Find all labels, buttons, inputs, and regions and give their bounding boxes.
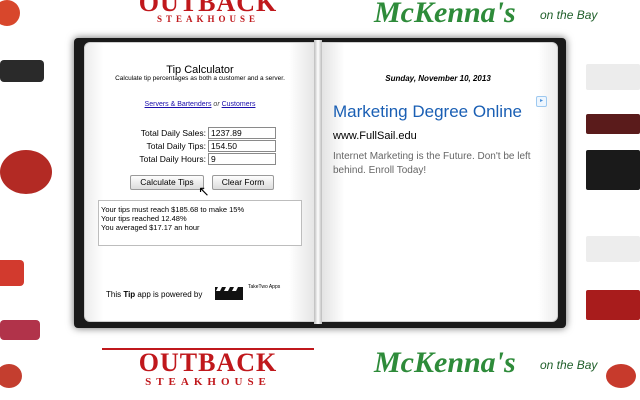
outback-logo-bottom: OUTBACK STEAKHOUSE — [102, 348, 314, 388]
or-text: or — [213, 101, 220, 108]
current-date: Sunday, November 10, 2013 — [385, 74, 491, 83]
clear-form-button[interactable]: Clear Form — [212, 175, 274, 190]
side-logo-shape — [586, 150, 640, 190]
hours-label: Total Daily Hours: — [139, 154, 206, 164]
side-logo-shape — [0, 260, 24, 286]
results-box: Your tips must reach $185.68 to make 15%… — [98, 200, 302, 246]
side-logo-shape — [0, 364, 22, 388]
hours-input[interactable]: 9 — [208, 153, 276, 165]
side-logo-shape — [586, 114, 640, 134]
sales-row: Total Daily Sales: 1237.89 — [84, 127, 316, 139]
result-line: You averaged $17.17 an hour — [101, 223, 200, 232]
calculate-tips-button[interactable]: Calculate Tips — [130, 175, 204, 190]
servers-bartenders-link[interactable]: Servers & Bartenders — [145, 101, 212, 108]
mckennas-logo-bottom: McKenna's — [374, 346, 516, 379]
mckennas-logo-top: McKenna's — [374, 0, 516, 29]
side-logo-shape — [606, 364, 636, 388]
side-logo-shape — [586, 236, 640, 262]
side-logo-shape — [586, 290, 640, 320]
mckennas-sub-bottom: on the Bay — [540, 358, 598, 372]
sales-input[interactable]: 1237.89 — [208, 127, 276, 139]
ad-url[interactable]: www.FullSail.edu — [333, 130, 417, 142]
side-logo-shape — [0, 320, 40, 340]
outback-logo-top: OUTBACK STEAKHOUSE — [138, 0, 278, 24]
taketwo-apps-logo[interactable]: TakeTwo Apps — [248, 284, 280, 290]
calculator-subtitle: Calculate tip percentages as both a cust… — [115, 75, 285, 82]
mouse-cursor-icon: ↖ — [198, 183, 210, 199]
tips-input[interactable]: 154.50 — [208, 140, 276, 152]
right-page — [320, 42, 558, 322]
side-logo-shape — [0, 0, 20, 26]
ad-choices-icon[interactable]: ▸ — [536, 96, 547, 107]
tips-row: Total Daily Tips: 154.50 — [84, 140, 316, 152]
result-line: Your tips reached 12.48% — [101, 214, 187, 223]
clapperboard-icon — [215, 287, 243, 300]
customers-link[interactable]: Customers — [222, 101, 256, 108]
ad-body-text: Internet Marketing is the Future. Don't … — [333, 151, 531, 176]
side-logo-shape — [0, 150, 52, 194]
side-logo-shape — [0, 60, 44, 82]
tip-calculator: Tip Calculator Calculate tip percentages… — [84, 42, 316, 320]
tips-label: Total Daily Tips: — [146, 141, 206, 151]
result-line: Your tips must reach $185.68 to make 15% — [101, 205, 245, 214]
powered-by-text: This Tip app is powered by — [106, 290, 203, 299]
ad-title-link[interactable]: Marketing Degree Online — [333, 102, 522, 122]
mode-links: Servers & Bartenders or Customers — [84, 101, 316, 108]
sales-label: Total Daily Sales: — [140, 128, 206, 138]
side-logo-shape — [586, 64, 640, 90]
mckennas-sub-top: on the Bay — [540, 8, 598, 22]
hours-row: Total Daily Hours: 9 — [84, 153, 316, 165]
